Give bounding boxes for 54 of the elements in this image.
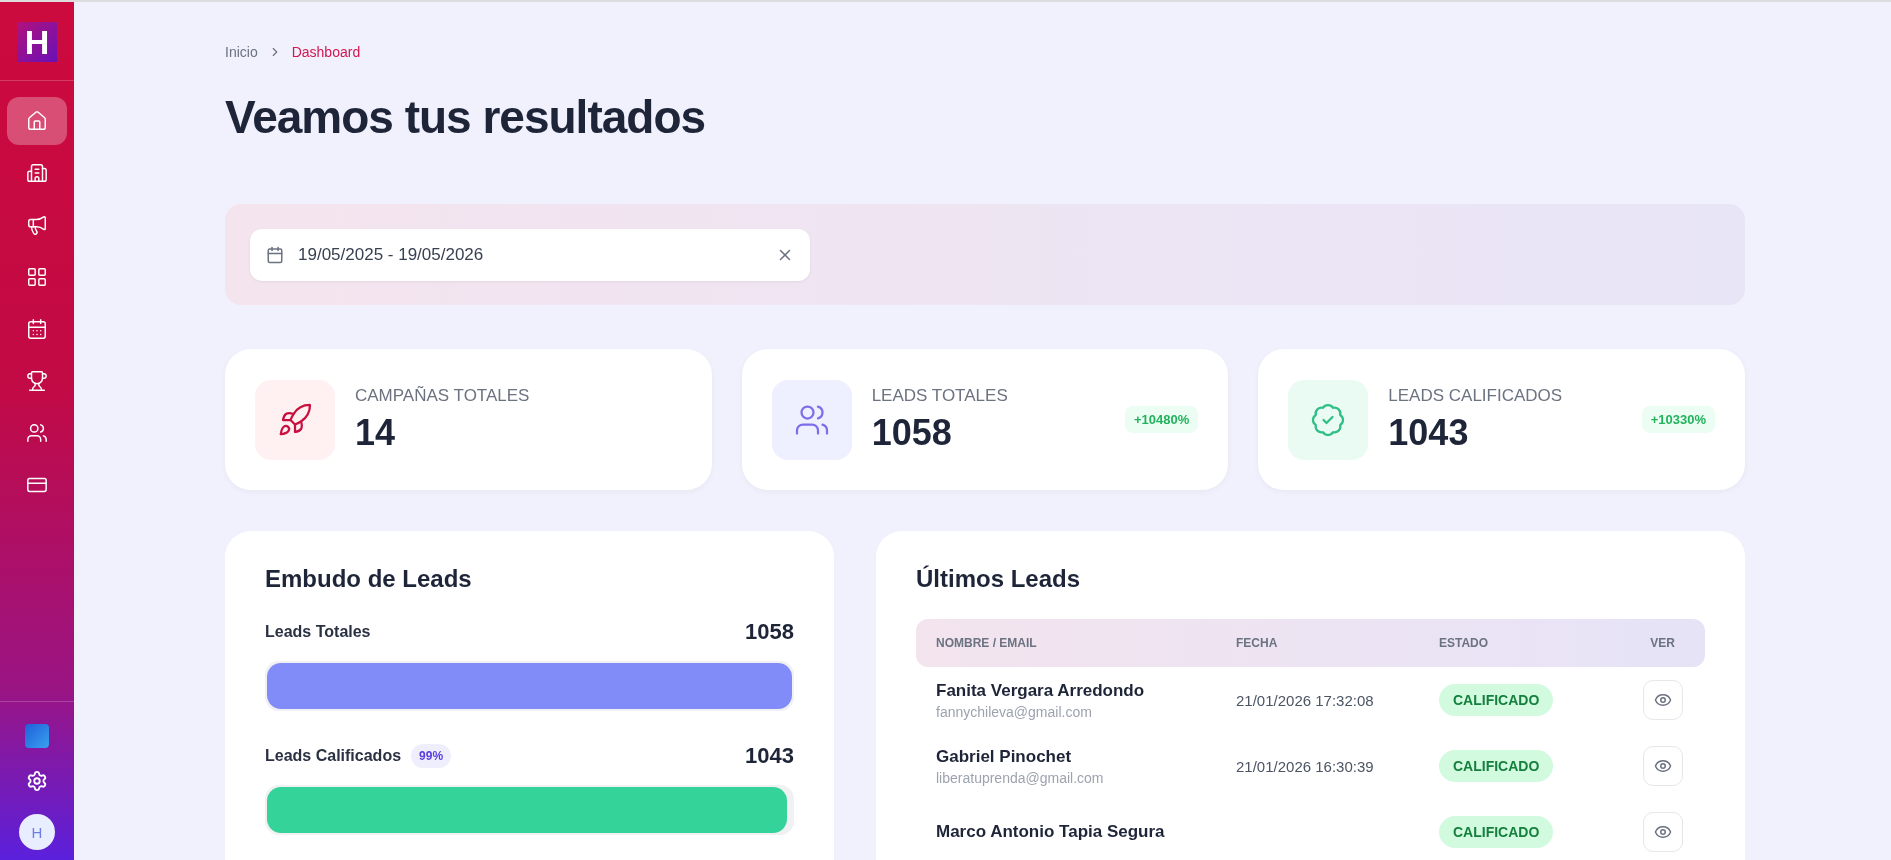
lead-name: Fanita Vergara Arredondo: [936, 680, 1146, 701]
stat-label: LEADS TOTALES: [871, 385, 1009, 406]
page-title: Veamos tus resultados: [225, 90, 707, 144]
nav-button[interactable]: [7, 97, 67, 145]
stage-label: Leads Totales: [265, 623, 371, 641]
view-button[interactable]: [1643, 812, 1683, 852]
stat-label: LEADS CALIFICADOS: [1388, 385, 1564, 406]
eye-icon: [1654, 757, 1672, 775]
calendar-icon: [266, 246, 284, 264]
settings-icon[interactable]: [26, 770, 48, 792]
grid-icon: [26, 266, 48, 288]
column-header: FECHA: [1236, 636, 1279, 650]
percent-badge: 99%: [411, 744, 452, 768]
lead-name: Marco Antonio Tapia Segura: [936, 822, 1166, 842]
card-title: Embudo de Leads: [265, 565, 473, 593]
trophy-icon: [26, 370, 48, 392]
lead-date: 21/01/2026 17:32:08: [1236, 691, 1375, 709]
growth-badge: +10480%: [1125, 406, 1199, 433]
logo: H: [17, 22, 57, 62]
stat-value: 14: [355, 411, 397, 454]
lead-date: 21/01/2026 16:30:39: [1236, 757, 1375, 775]
column-header: VER: [1650, 636, 1675, 650]
column-header: NOMBRE / EMAIL: [936, 636, 1038, 650]
status-badge: CALIFICADO: [1439, 684, 1554, 716]
users-icon: [26, 422, 48, 444]
badge-check-icon: [1310, 401, 1347, 438]
view-button[interactable]: [1643, 680, 1683, 720]
building-icon: [26, 162, 48, 184]
status-badge: CALIFICADO: [1439, 750, 1554, 782]
stat-value: 1043: [1388, 411, 1470, 454]
stat-label: CAMPAÑAS TOTALES: [355, 385, 531, 406]
stage-value: 1058: [745, 619, 794, 645]
user-avatar[interactable]: H: [19, 814, 55, 850]
column-header: ESTADO: [1439, 636, 1490, 650]
lead-name: Gabriel Pinochet: [936, 746, 1073, 767]
megaphone-icon: [26, 214, 48, 236]
growth-badge: +10330%: [1641, 406, 1715, 433]
app-thumbnail-icon: [25, 724, 49, 748]
status-badge: CALIFICADO: [1439, 816, 1554, 848]
stage-label: Leads Calificados: [265, 747, 402, 765]
stage-value: 1043: [745, 743, 794, 769]
date-range-field[interactable]: 19/05/2025 - 19/05/2026: [250, 229, 810, 281]
breadcrumb-link[interactable]: Inicio: [225, 44, 258, 60]
eye-icon: [1654, 691, 1672, 709]
calendar-icon: [26, 318, 48, 340]
view-button[interactable]: [1643, 746, 1683, 786]
breadcrumb-link[interactable]: Dashboard: [291, 44, 361, 60]
lead-email: fannychileva@gmail.com: [936, 703, 1093, 720]
lead-email: liberatuprenda@gmail.com: [936, 769, 1105, 786]
eye-icon: [1654, 823, 1672, 841]
card-title: Últimos Leads: [916, 565, 1082, 593]
rocket-icon: [277, 401, 313, 438]
home-icon: [26, 110, 48, 132]
stat-value: 1058: [871, 411, 953, 454]
